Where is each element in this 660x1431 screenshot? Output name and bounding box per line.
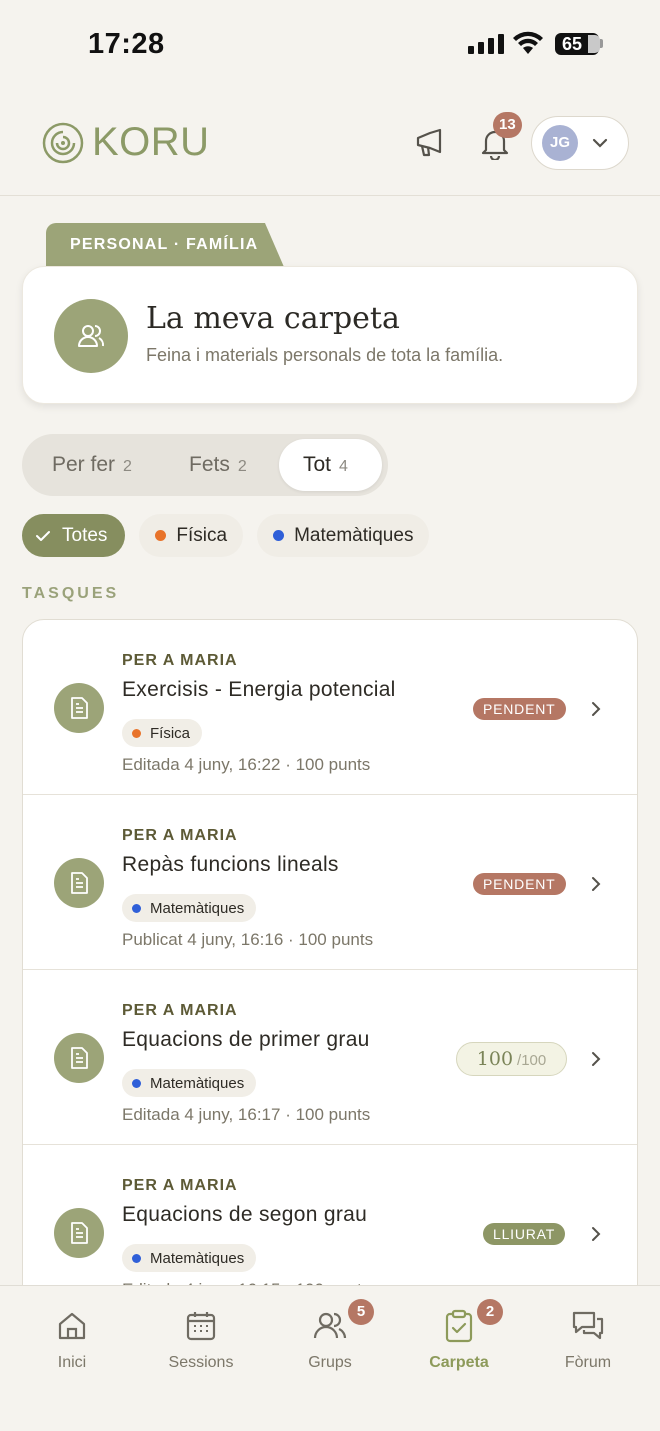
segment-tot[interactable]: Tot 4: [279, 439, 382, 491]
section-label-tasques: TASQUES: [22, 585, 120, 602]
task-meta: Editada 4 juny, 16:22 · 100 punts: [122, 755, 371, 774]
tab-label: Sessions: [168, 1354, 234, 1371]
chat-icon: [572, 1311, 604, 1340]
clipboard-check-icon: [445, 1309, 473, 1343]
document-icon: [54, 858, 104, 908]
folder-tag: PERSONAL · FAMÍLIA: [46, 223, 284, 267]
chevron-right-icon: [592, 702, 601, 716]
tab-label: Inici: [57, 1354, 87, 1371]
user-menu-button[interactable]: JG: [531, 116, 629, 170]
groups-badge: 5: [348, 1299, 374, 1325]
task-meta: Editada 4 juny, 16:17 · 100 punts: [122, 1105, 371, 1124]
segment-label: Per fer: [52, 453, 116, 476]
subject-dot: [132, 903, 141, 913]
filter-totes[interactable]: Totes: [22, 514, 126, 557]
segment-per-fer[interactable]: Per fer 2: [52, 439, 132, 491]
tab-sessions[interactable]: Sessions: [151, 1308, 251, 1372]
task-assignee: PER A MARIA: [122, 827, 238, 844]
subject-badge: Matemàtiques: [122, 894, 257, 922]
tab-inici[interactable]: Inici: [22, 1308, 122, 1372]
task-title: Equacions de primer grau: [122, 1028, 370, 1051]
signal-icon: [468, 34, 504, 54]
segment-label: Fets: [189, 453, 230, 476]
battery-tip: [600, 39, 603, 48]
document-icon: [54, 1208, 104, 1258]
score-value: 100: [476, 1048, 514, 1070]
chevron-right-icon: [592, 1227, 601, 1241]
wifi-icon: [513, 31, 543, 54]
status-badge: LLIURAT: [483, 1223, 566, 1245]
subject-dot: [273, 530, 285, 541]
score-badge: 100/100: [456, 1042, 567, 1076]
chevron-down-icon: [592, 138, 608, 148]
task-assignee: PER A MARIA: [122, 1177, 238, 1194]
status-time: 17:28: [88, 28, 165, 60]
subject-dot: [155, 530, 167, 541]
status-badge: PENDENT: [473, 873, 566, 895]
folder-badge: 2: [477, 1299, 503, 1325]
score-max: /100: [517, 1052, 547, 1069]
bottom-tab-bar: Inici Sessions Grups 5 Carpeta 2 Fòrum: [0, 1285, 660, 1431]
segment-count: 4: [339, 458, 348, 475]
document-icon: [54, 683, 104, 733]
subject-label: Matemàtiques: [150, 1074, 245, 1092]
megaphone-icon[interactable]: [412, 126, 446, 160]
subject-dot: [132, 728, 141, 738]
users-icon: [313, 1312, 347, 1339]
subject-badge: Matemàtiques: [122, 1069, 257, 1097]
filter-matematiques[interactable]: Matemàtiques: [257, 514, 430, 557]
chevron-right-icon: [592, 1052, 601, 1066]
task-list: PER A MARIA Exercisis - Energia potencia…: [22, 619, 638, 1319]
chevron-right-icon: [592, 877, 601, 891]
subject-dot: [132, 1078, 141, 1088]
segment-count: 2: [237, 458, 247, 475]
task-assignee: PER A MARIA: [122, 652, 238, 669]
tab-label: Carpeta: [429, 1354, 489, 1371]
battery-level: 65: [562, 34, 583, 54]
brand-name: KORU: [92, 120, 210, 164]
tab-forum[interactable]: Fòrum: [538, 1308, 638, 1372]
task-row[interactable]: PER A MARIA Exercisis - Energia potencia…: [23, 620, 637, 795]
subject-badge: Física: [122, 719, 203, 747]
koru-logo[interactable]: KORU: [42, 120, 210, 165]
calendar-icon: [186, 1312, 216, 1341]
avatar: JG: [542, 125, 578, 161]
task-title: Repàs funcions lineals: [122, 853, 339, 876]
filter-label: Totes: [62, 524, 108, 546]
subject-filters: Totes Física Matemàtiques: [22, 514, 430, 557]
task-row[interactable]: PER A MARIA Equacions de primer grau Mat…: [23, 970, 637, 1145]
tab-label: Fòrum: [564, 1354, 612, 1371]
subject-label: Matemàtiques: [150, 899, 245, 917]
check-icon: [36, 530, 50, 541]
task-row[interactable]: PER A MARIA Repàs funcions lineals Matem…: [23, 795, 637, 970]
task-title: Equacions de segon grau: [122, 1203, 368, 1226]
home-icon: [58, 1312, 86, 1340]
notifications-badge: 13: [493, 112, 522, 138]
app-header: KORU 13 JG: [0, 90, 660, 196]
subject-dot: [132, 1253, 141, 1263]
status-bar: 17:28 65: [0, 0, 660, 90]
subject-badge: Matemàtiques: [122, 1244, 257, 1272]
segment-fets[interactable]: Fets 2: [189, 439, 247, 491]
folder-subtitle: Feina i materials personals de tota la f…: [146, 345, 504, 365]
filter-label: Matemàtiques: [294, 524, 414, 546]
filter-label: Física: [176, 524, 228, 546]
filter-fisica[interactable]: Física: [139, 514, 244, 557]
segment-label: Tot: [303, 453, 332, 476]
document-icon: [54, 1033, 104, 1083]
task-meta: Publicat 4 juny, 16:16 · 100 punts: [122, 930, 374, 949]
status-segmented-control: Per fer 2 Fets 2 Tot 4: [22, 434, 388, 496]
tab-label: Grups: [308, 1354, 352, 1371]
subject-label: Matemàtiques: [150, 1249, 245, 1267]
task-assignee: PER A MARIA: [122, 1002, 238, 1019]
segment-count: 2: [123, 458, 132, 475]
task-title: Exercisis - Energia potencial: [122, 678, 396, 701]
koru-spiral-icon: [42, 122, 84, 163]
folder-card: La meva carpeta Feina i materials person…: [22, 266, 638, 404]
subject-label: Física: [150, 724, 191, 742]
status-badge: PENDENT: [473, 698, 566, 720]
battery-icon: 65: [555, 33, 600, 55]
folder-title: La meva carpeta: [146, 301, 400, 336]
family-icon: [54, 299, 128, 373]
